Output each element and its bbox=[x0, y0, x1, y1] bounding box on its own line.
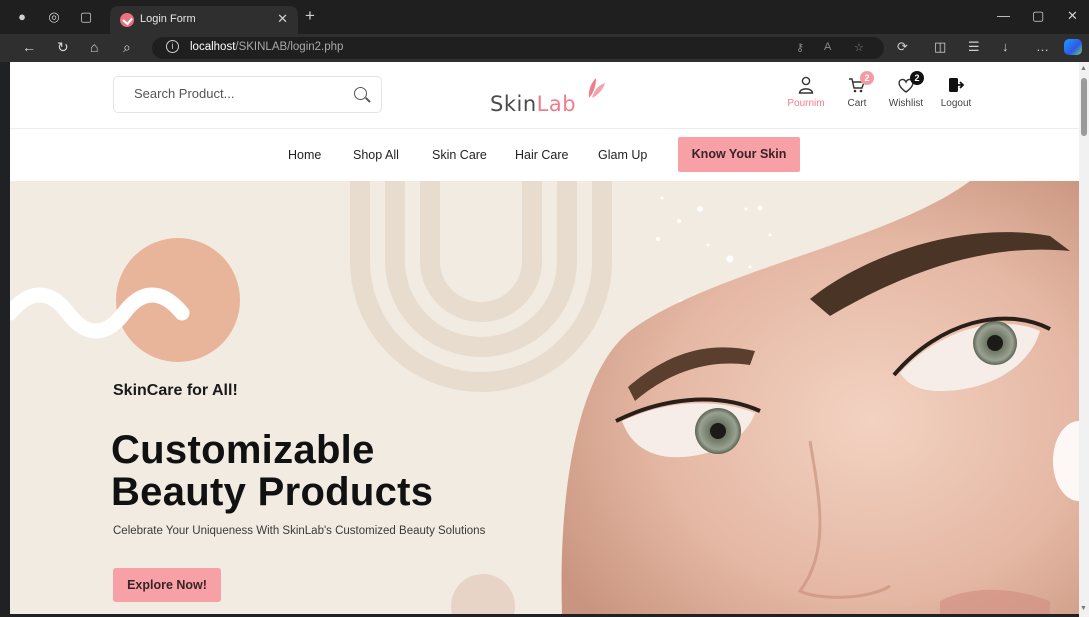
url-host: localhost bbox=[190, 41, 236, 53]
explore-now-button[interactable]: Explore Now! bbox=[113, 568, 221, 602]
hero-headline: Customizable Beauty Products bbox=[111, 429, 433, 513]
logo-leaf-icon bbox=[588, 78, 605, 98]
extensions-icon[interactable]: ⟳ bbox=[897, 39, 908, 55]
url-path: /SKINLAB/login2.php bbox=[235, 41, 344, 53]
refresh-icon[interactable]: ↻ bbox=[57, 39, 69, 56]
cart-count-badge: 2 bbox=[860, 71, 874, 85]
page-scrollbar[interactable]: ▲ ▼ bbox=[1079, 62, 1089, 617]
wishlist-label: Wishlist bbox=[888, 98, 924, 109]
home-icon[interactable]: ⌂ bbox=[90, 39, 98, 55]
account-button[interactable]: Pournim bbox=[786, 76, 826, 109]
menu-item-home[interactable]: Home bbox=[288, 148, 321, 162]
browser-tab-active[interactable]: Login Form ✕ bbox=[110, 6, 298, 34]
logout-icon bbox=[938, 76, 974, 96]
site-logo[interactable]: SkinLab bbox=[490, 92, 576, 116]
more-menu-icon[interactable]: … bbox=[1036, 39, 1049, 54]
workspaces-icon[interactable]: ◎ bbox=[46, 9, 62, 25]
know-your-skin-button[interactable]: Know Your Skin bbox=[678, 137, 800, 172]
split-screen-icon[interactable]: ◫ bbox=[934, 39, 946, 55]
read-aloud-icon[interactable]: A bbox=[824, 41, 831, 53]
main-menu: Home Shop All Skin Care Hair Care Glam U… bbox=[10, 129, 1079, 181]
tab-close-icon[interactable]: ✕ bbox=[277, 11, 288, 27]
logo-text-skin: Skin bbox=[490, 92, 537, 116]
menu-item-shop-all[interactable]: Shop All bbox=[353, 148, 399, 162]
browser-toolbar: ← ↻ ⌂ ⌕ i localhost/SKINLAB/login2.php ⚷… bbox=[0, 34, 1089, 62]
new-tab-icon[interactable]: + bbox=[305, 6, 315, 26]
hero-headline-line2: Beauty Products bbox=[111, 470, 434, 514]
site-header: SkinLab Pournim 2 Cart 2 Wishlist bbox=[10, 62, 1079, 129]
cart-icon: 2 bbox=[842, 71, 874, 96]
menu-item-glam-up[interactable]: Glam Up bbox=[598, 148, 647, 162]
hero-tagline: SkinCare for All! bbox=[113, 382, 238, 399]
search-icon[interactable] bbox=[354, 87, 367, 100]
menu-item-hair-care[interactable]: Hair Care bbox=[515, 148, 569, 162]
restore-icon[interactable]: ▢ bbox=[1032, 8, 1044, 24]
key-icon[interactable]: ⚷ bbox=[796, 41, 804, 54]
site-info-icon[interactable]: i bbox=[166, 40, 179, 53]
hero-banner: SkinCare for All! Customizable Beauty Pr… bbox=[10, 181, 1079, 614]
tab-actions-icon[interactable]: ▢ bbox=[78, 9, 94, 25]
logo-text-lab: Lab bbox=[536, 92, 577, 116]
favorite-star-icon[interactable]: ☆ bbox=[854, 41, 864, 54]
browser-titlebar: ● ◎ ▢ Login Form ✕ + — ▢ ✕ bbox=[0, 0, 1089, 34]
tab-favicon-icon bbox=[120, 13, 134, 27]
wishlist-count-badge: 2 bbox=[910, 71, 924, 85]
search-input[interactable] bbox=[134, 86, 334, 101]
profile-avatar-icon[interactable]: ● bbox=[14, 9, 30, 25]
hero-headline-line1: Customizable bbox=[111, 428, 375, 472]
search-box bbox=[113, 76, 382, 113]
hero-subline: Celebrate Your Uniqueness With SkinLab's… bbox=[113, 525, 486, 537]
tab-title: Login Form bbox=[140, 13, 196, 25]
close-window-icon[interactable]: ✕ bbox=[1067, 8, 1078, 24]
page-viewport: SkinLab Pournim 2 Cart 2 Wishlist bbox=[10, 62, 1079, 614]
downloads-icon[interactable]: ↓ bbox=[1002, 39, 1009, 54]
menu-item-skin-care[interactable]: Skin Care bbox=[432, 148, 487, 162]
account-label: Pournim bbox=[787, 98, 825, 109]
search-web-icon[interactable]: ⌕ bbox=[123, 39, 131, 56]
logout-label: Logout bbox=[940, 98, 972, 109]
back-icon[interactable]: ← bbox=[22, 39, 36, 55]
scrollbar-thumb[interactable] bbox=[1081, 78, 1087, 136]
heart-icon: 2 bbox=[886, 71, 926, 96]
user-icon bbox=[786, 76, 826, 96]
address-bar[interactable]: i localhost/SKINLAB/login2.php ⚷ A ☆ bbox=[152, 37, 884, 59]
minimize-icon[interactable]: — bbox=[997, 8, 1010, 23]
cart-label: Cart bbox=[847, 98, 867, 109]
scroll-up-icon[interactable]: ▲ bbox=[1080, 65, 1087, 72]
wishlist-button[interactable]: 2 Wishlist bbox=[886, 71, 926, 109]
logout-button[interactable]: Logout bbox=[938, 76, 974, 109]
favorites-icon[interactable]: ☰ bbox=[968, 39, 980, 55]
cart-button[interactable]: 2 Cart bbox=[842, 71, 874, 109]
copilot-icon[interactable] bbox=[1064, 39, 1082, 55]
scroll-down-icon[interactable]: ▼ bbox=[1080, 605, 1087, 612]
